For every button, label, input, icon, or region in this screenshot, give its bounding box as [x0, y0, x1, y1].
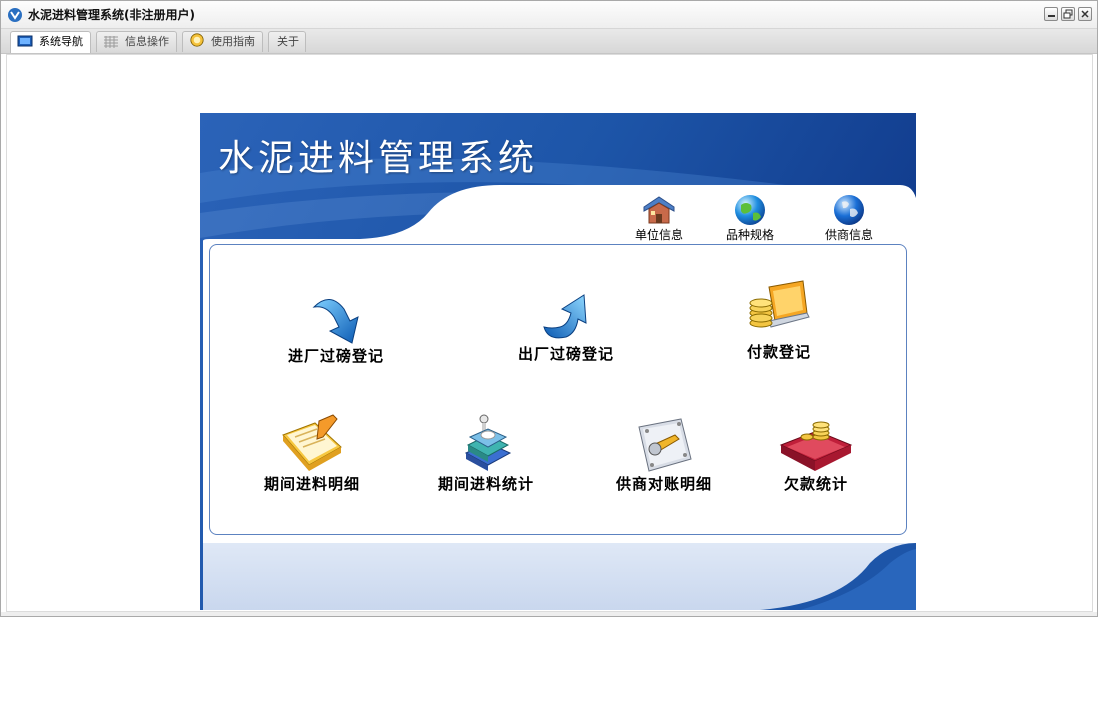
- quick-link-product-spec[interactable]: 品种规格: [715, 193, 785, 242]
- function-label: 期间进料明细: [263, 475, 360, 493]
- help-icon: [190, 33, 204, 47]
- function-outbound-weighing[interactable]: 出厂过磅登记: [496, 289, 636, 363]
- tab-label: 系统导航: [39, 35, 83, 48]
- earth-icon: [834, 195, 864, 225]
- tab-label: 使用指南: [211, 35, 255, 48]
- grid-icon: [104, 36, 118, 48]
- monitor-icon: [17, 35, 33, 47]
- arrow-down-icon: [312, 299, 359, 344]
- tab-system-nav[interactable]: 系统导航: [10, 31, 91, 53]
- function-inbound-weighing[interactable]: 进厂过磅登记: [266, 291, 406, 365]
- quick-link-supplier-info[interactable]: 供商信息: [814, 193, 884, 242]
- restore-icon: [1063, 9, 1073, 19]
- tab-label: 信息操作: [125, 35, 169, 48]
- globe-icon: [735, 195, 765, 225]
- function-label: 进厂过磅登记: [287, 347, 384, 365]
- restore-button[interactable]: [1061, 7, 1075, 21]
- function-supplier-reconcile[interactable]: 供商对账明细: [594, 415, 734, 493]
- tab-label: 关于: [277, 35, 299, 48]
- title-bar[interactable]: 水泥进料管理系统(非注册用户): [1, 1, 1097, 29]
- notepad-pencil-icon: [282, 414, 342, 471]
- quick-link-label: 供商信息: [824, 228, 873, 242]
- system-title: 水泥进料管理系统: [218, 138, 539, 179]
- house-icon: [643, 196, 675, 224]
- arrow-up-icon: [543, 294, 587, 339]
- minimize-icon: [1048, 15, 1055, 17]
- book-stack-icon: [464, 414, 512, 471]
- quick-link-company-info[interactable]: 单位信息: [624, 193, 694, 242]
- tab-info-ops[interactable]: 信息操作: [96, 31, 177, 52]
- quick-link-label: 品种规格: [725, 228, 774, 242]
- function-debt-stats[interactable]: 欠款统计: [746, 415, 886, 493]
- app-logo-icon: [8, 8, 22, 22]
- tab-bar: 系统导航 信息操作 使用指南 关于: [1, 29, 1097, 54]
- close-icon: [1081, 10, 1089, 18]
- function-label: 供商对账明细: [615, 475, 712, 493]
- close-button[interactable]: [1078, 7, 1092, 21]
- function-label: 欠款统计: [783, 475, 848, 493]
- red-book-coins-icon: [779, 421, 853, 471]
- function-period-stats[interactable]: 期间进料统计: [416, 413, 556, 493]
- coins-laptop-icon: [749, 280, 810, 328]
- wrench-panel-icon: [638, 418, 692, 472]
- window-title: 水泥进料管理系统(非注册用户): [28, 8, 195, 22]
- function-payment-entry[interactable]: 付款登记: [709, 279, 849, 361]
- function-label: 出厂过磅登记: [517, 345, 614, 363]
- status-strip: [1, 612, 1097, 616]
- app-window: 水泥进料管理系统(非注册用户) 系统导航 信息操作 使用指南 关于 水泥进料管理…: [0, 0, 1098, 617]
- function-label: 付款登记: [746, 343, 811, 361]
- function-period-detail[interactable]: 期间进料明细: [242, 413, 382, 493]
- minimize-button[interactable]: [1044, 7, 1058, 21]
- tab-user-guide[interactable]: 使用指南: [182, 31, 263, 52]
- tab-about[interactable]: 关于: [268, 31, 306, 52]
- quick-link-label: 单位信息: [634, 228, 683, 242]
- navigation-panel: 水泥进料管理系统 单位信息 品种规格 供商信息 进厂过磅登记 出厂过磅登记 付款…: [200, 113, 916, 610]
- function-label: 期间进料统计: [437, 475, 534, 493]
